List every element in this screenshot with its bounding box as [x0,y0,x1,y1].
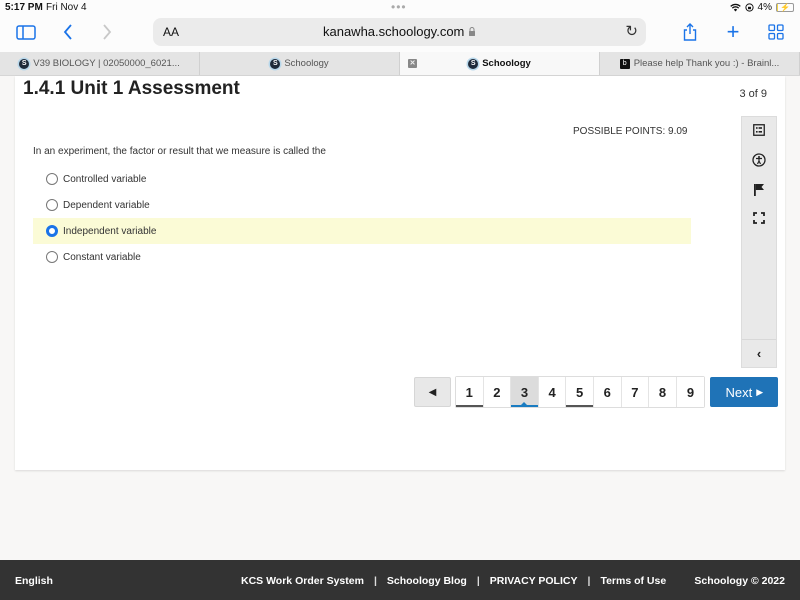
reload-icon[interactable]: ↻ [625,22,638,40]
page-title: 1.4.1 Unit 1 Assessment [23,78,240,99]
tab-grid-icon[interactable] [766,16,786,48]
tab-label: V39 BIOLOGY | 02050000_6021... [33,58,180,69]
forward-button[interactable] [97,16,117,48]
copyright: Schoology © 2022 [694,575,785,587]
next-label: Next [725,384,753,400]
caret-right-icon: ▶ [756,386,764,397]
caret-left-icon: ◀ [428,386,437,398]
radio-button-selected[interactable] [46,225,58,237]
flag-icon[interactable] [742,183,776,199]
radio-button[interactable] [46,199,58,211]
wifi-icon [729,3,741,12]
close-tab-icon[interactable]: ✕ [408,59,417,68]
question-counter: 3 of 9 [739,88,767,100]
site-footer: English KCS Work Order System | Schoolog… [0,560,800,600]
previous-question-button[interactable]: ◀ [414,377,451,407]
new-tab-plus-icon[interactable]: + [723,16,743,48]
page-button-2[interactable]: 2 [483,377,512,407]
status-date: Fri Nov 4 [46,2,87,13]
battery-level [777,4,778,11]
accessibility-icon[interactable] [742,153,776,170]
battery-percent: 4% [757,2,772,13]
status-time: 5:17 PM [5,2,43,13]
browser-tab-schoology[interactable]: S Schoology [200,52,400,75]
back-button[interactable] [58,16,78,48]
url-text: kanawha.schoology.com [322,24,465,39]
footer-links: KCS Work Order System | Schoology Blog |… [241,575,666,587]
browser-tab-brainly[interactable]: b Please help Thank you :) - Brainl... [600,52,800,75]
ios-status-bar: 5:17 PM Fri Nov 4 ••• 4% ⚡ [0,0,800,16]
tab-label: Schoology [284,58,329,69]
brainly-logo-icon: b [619,58,630,69]
question-text: In an experiment, the factor or result t… [33,146,326,157]
chevron-left-icon [63,24,72,40]
footer-separator: | [476,575,480,587]
next-button[interactable]: Next ▶ [710,377,779,407]
chevron-right-icon [103,24,112,40]
language-selector[interactable]: English [15,575,53,587]
possible-points: POSSIBLE POINTS: 9.09 [573,126,688,137]
page-button-3-current[interactable]: 3 [511,377,539,407]
option-label: Dependent variable [63,199,150,211]
answer-option-controlled[interactable]: Controlled variable [33,166,691,192]
option-label: Controlled variable [63,173,147,185]
footer-separator: | [587,575,591,587]
lock-icon [469,27,476,36]
footer-link-terms[interactable]: Terms of Use [600,575,666,587]
schoology-logo-icon: S [270,58,281,69]
option-label: Constant variable [63,251,141,263]
browser-tab-biology[interactable]: S V39 BIOLOGY | 02050000_6021... [0,52,200,75]
page-button-7[interactable]: 7 [621,377,650,407]
schoology-logo-icon: S [19,58,30,69]
share-icon[interactable] [680,16,700,48]
assessment-card: 1.4.1 Unit 1 Assessment 3 of 9 POSSIBLE … [15,76,785,470]
option-label: Independent variable [63,225,157,237]
schoology-logo-icon: S [468,58,479,69]
status-indicators: 4% ⚡ [729,2,794,13]
radio-button[interactable] [46,251,58,263]
question-page-list: 1 2 3 4 5 6 7 8 9 [455,376,706,408]
answer-option-dependent[interactable]: Dependent variable [33,192,691,218]
tab-label: Schoology [482,58,531,69]
answer-option-constant[interactable]: Constant variable [33,244,691,270]
answer-options: Controlled variable Dependent variable I… [33,166,691,270]
sidebar-icon[interactable] [14,16,38,48]
browser-toolbar: AA kanawha.schoology.com ↻ + [0,16,800,52]
browser-tab-schoology-active[interactable]: ✕ S Schoology [400,52,600,75]
collapse-panel-chevron-left-icon[interactable]: ‹ [742,346,776,361]
fullscreen-icon[interactable] [742,212,776,227]
assessment-tools-panel: ‹ [741,116,777,368]
address-bar[interactable]: AA kanawha.schoology.com ↻ [153,18,646,46]
footer-separator: | [373,575,377,587]
orientation-lock-icon [744,3,754,12]
url-display[interactable]: kanawha.schoology.com [153,24,646,39]
page-button-8[interactable]: 8 [649,377,677,407]
tab-label: Please help Thank you :) - Brainl... [633,58,780,69]
multitasking-dots-icon[interactable]: ••• [391,0,407,14]
answer-option-independent[interactable]: Independent variable [33,218,691,244]
question-list-icon[interactable] [742,124,776,139]
footer-link-blog[interactable]: Schoology Blog [387,575,467,587]
page-button-5[interactable]: 5 [566,377,594,407]
footer-link-privacy[interactable]: PRIVACY POLICY [490,575,578,587]
page-button-9[interactable]: 9 [676,377,705,407]
page-button-6[interactable]: 6 [593,377,622,407]
page-button-4[interactable]: 4 [538,377,567,407]
page-button-1[interactable]: 1 [456,377,484,407]
footer-link-work-order[interactable]: KCS Work Order System [241,575,364,587]
battery-icon: ⚡ [776,3,794,12]
question-pager: ◀ 1 2 3 4 5 6 7 8 9 Next ▶ [414,376,779,408]
browser-tab-bar: S V39 BIOLOGY | 02050000_6021... S Schoo… [0,52,800,76]
radio-button[interactable] [46,173,58,185]
panel-divider [742,339,776,340]
